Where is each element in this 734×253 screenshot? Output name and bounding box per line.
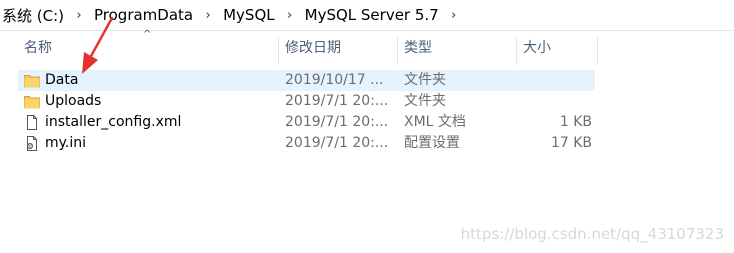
file-row-uploads[interactable]: Uploads 2019/7/1 20:... 文件夹 bbox=[18, 91, 595, 112]
file-modified-date: 2019/7/1 20:... bbox=[285, 135, 389, 151]
file-modified-date: 2019/10/17 ... bbox=[285, 72, 384, 88]
document-icon bbox=[27, 115, 37, 130]
file-row-installer-config[interactable]: installer_config.xml 2019/7/1 20:... XML… bbox=[18, 112, 595, 133]
breadcrumb-item-mysql[interactable]: MySQL bbox=[221, 6, 277, 24]
watermark: https://blog.csdn.net/qq_43107323 bbox=[460, 225, 724, 243]
folder-icon bbox=[24, 75, 40, 88]
file-name: installer_config.xml bbox=[45, 114, 182, 130]
file-type: 文件夹 bbox=[404, 93, 446, 109]
breadcrumb-separator-icon[interactable]: › bbox=[277, 8, 303, 23]
settings-file-icon bbox=[26, 136, 37, 151]
breadcrumb-item-mysql-server[interactable]: MySQL Server 5.7 bbox=[303, 6, 441, 24]
file-type: 文件夹 bbox=[404, 72, 446, 88]
folder-icon bbox=[24, 96, 40, 109]
file-size: 17 KB bbox=[550, 135, 592, 151]
breadcrumb-separator-icon[interactable]: › bbox=[195, 8, 221, 23]
column-divider[interactable] bbox=[597, 37, 598, 65]
file-name: Uploads bbox=[45, 93, 102, 109]
sort-ascending-icon: ^ bbox=[143, 29, 152, 40]
column-header-size[interactable]: 大小 bbox=[517, 33, 597, 63]
annotation-arrow-icon bbox=[82, 16, 114, 74]
file-size: 1 KB bbox=[559, 114, 592, 130]
file-type: 配置设置 bbox=[404, 135, 460, 151]
breadcrumb-item-drive-c[interactable]: 系统 (C:) bbox=[0, 5, 66, 26]
file-explorer-window: 系统 (C:) › ProgramData › MySQL › MySQL Se… bbox=[0, 0, 734, 253]
file-modified-date: 2019/7/1 20:... bbox=[285, 114, 389, 130]
column-header-modified[interactable]: 修改日期 bbox=[279, 33, 397, 63]
file-modified-date: 2019/7/1 20:... bbox=[285, 93, 389, 109]
file-type: XML 文档 bbox=[404, 114, 466, 130]
column-header-type[interactable]: 类型 bbox=[398, 33, 516, 63]
file-name: my.ini bbox=[45, 135, 87, 151]
file-row-my-ini[interactable]: my.ini 2019/7/1 20:... 配置设置 17 KB bbox=[18, 133, 595, 154]
breadcrumb-separator-icon[interactable]: › bbox=[441, 8, 467, 23]
